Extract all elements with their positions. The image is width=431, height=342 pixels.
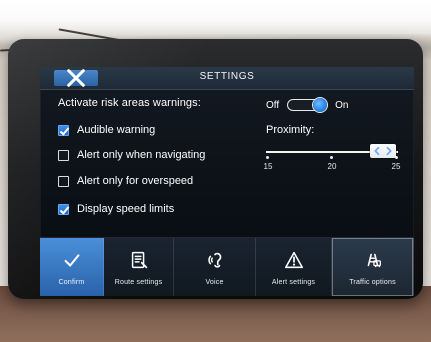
tab-route-settings[interactable]: Route settings [104, 238, 174, 296]
check-icon [61, 249, 83, 271]
tab-label: Alert settings [271, 278, 316, 286]
alert-overspeed-label: Alert only for overspeed [77, 175, 194, 187]
option-row-display-speed-limits[interactable]: Display speed limits [58, 203, 174, 215]
proximity-tick-25 [395, 156, 398, 159]
alert-navigating-checkbox[interactable] [58, 149, 69, 161]
tab-label: Route settings [114, 278, 163, 286]
proximity-slider-thumb[interactable] [370, 144, 396, 158]
risk-areas-toggle-group[interactable]: Off On [266, 98, 349, 112]
display-speed-limits-checkbox[interactable] [58, 203, 69, 215]
option-row-audible-warning[interactable]: Audible warning [58, 124, 155, 136]
tab-label: Confirm [58, 278, 85, 286]
screen: SETTINGS Activate risk areas warnings: O… [40, 67, 414, 296]
toggle-knob [313, 98, 328, 112]
proximity-tick-label: 20 [327, 162, 337, 171]
tab-voice[interactable]: Voice [174, 238, 256, 296]
warning-icon [283, 249, 305, 271]
header-bar: SETTINGS [40, 67, 414, 90]
bottom-tab-bar: Confirm Route settings Voice Alert setti… [40, 237, 414, 296]
toggle-on-label: On [335, 99, 349, 111]
audible-warning-label: Audible warning [77, 124, 156, 136]
page-title: SETTINGS [199, 71, 255, 82]
slider-arrows-icon [372, 140, 394, 162]
tab-label: Voice [205, 278, 224, 286]
route-settings-icon [128, 249, 150, 271]
photo: SETTINGS Activate risk areas warnings: O… [0, 0, 431, 342]
tab-traffic-options[interactable]: Traffic options [332, 238, 414, 296]
option-row-alert-overspeed[interactable]: Alert only for overspeed [58, 175, 193, 187]
alert-navigating-label: Alert only when navigating [77, 149, 206, 161]
proximity-tick-label: 15 [263, 162, 273, 171]
risk-areas-label: Activate risk areas warnings: [58, 97, 201, 109]
proximity-label: Proximity: [266, 124, 315, 136]
option-row-alert-navigating[interactable]: Alert only when navigating [58, 149, 205, 161]
audible-warning-checkbox[interactable] [58, 124, 69, 136]
proximity-tick-15 [266, 156, 269, 159]
voice-icon [204, 249, 226, 271]
tab-confirm[interactable]: Confirm [40, 238, 104, 296]
display-speed-limits-label: Display speed limits [77, 203, 175, 215]
risk-areas-toggle[interactable] [287, 98, 328, 112]
proximity-tick-label: 25 [391, 162, 401, 171]
tab-label: Traffic options [349, 278, 396, 286]
toggle-off-label: Off [266, 99, 280, 111]
tab-alert-settings[interactable]: Alert settings [256, 238, 332, 296]
traffic-icon [362, 249, 384, 271]
alert-overspeed-checkbox[interactable] [58, 175, 69, 187]
proximity-tick-20 [330, 156, 333, 159]
